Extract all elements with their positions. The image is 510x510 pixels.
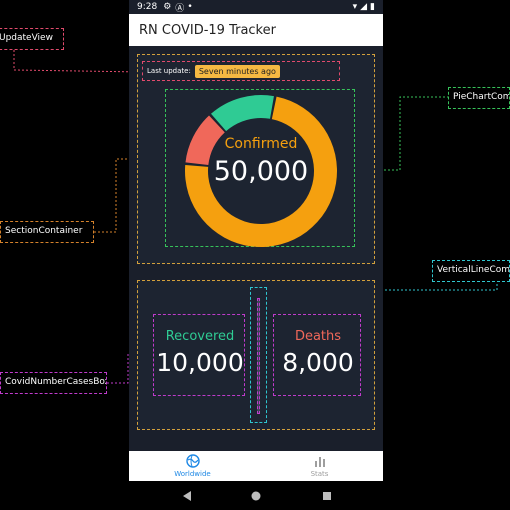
annotation-update-view: UpdateView [0, 28, 64, 50]
app-title: RN COVID-19 Tracker [139, 22, 276, 38]
annotation-label: VerticalLineCompo [437, 265, 510, 275]
annotation-label: UpdateView [0, 33, 53, 43]
main-content: Last update: Seven minutes ago Confirmed… [129, 46, 383, 451]
android-icon: Ⓐ [175, 3, 185, 14]
confirmed-value: 50,000 [213, 156, 309, 187]
section-container-stats: Recovered 10,000 Deaths 8,000 [137, 280, 375, 430]
update-view: Last update: Seven minutes ago [142, 61, 340, 81]
annotation-pie-chart: PieChartCompo [448, 87, 510, 109]
dot-icon: • [187, 2, 193, 12]
covid-number-cases-box-deaths: Deaths 8,000 [273, 314, 361, 396]
tab-worldwide[interactable]: Worldwide [129, 451, 256, 481]
annotation-label: SectionContainer [5, 226, 83, 236]
app-bar: RN COVID-19 Tracker [129, 14, 383, 46]
recovered-label: Recovered [165, 329, 235, 344]
recovered-value: 10,000 [156, 348, 244, 377]
pie-chart-component: Confirmed 50,000 [165, 89, 355, 247]
annotation-section-container: SectionContainer [0, 221, 94, 243]
back-icon[interactable] [182, 491, 192, 501]
home-icon[interactable] [251, 491, 261, 501]
donut-segment-recovered [211, 95, 274, 132]
battery-icon: ▮ [370, 2, 375, 12]
vertical-divider-line [257, 298, 260, 414]
tab-stats[interactable]: Stats [256, 451, 383, 481]
annotation-covid-number-cases-box: CovidNumberCasesBox [0, 372, 107, 394]
globe-icon [185, 454, 200, 468]
annotation-vertical-line: VerticalLineCompo [432, 260, 510, 282]
confirmed-label: Confirmed [224, 136, 298, 152]
status-time: 9:28 [137, 2, 158, 12]
tab-stats-label: Stats [310, 470, 329, 478]
annotation-label: PieChartCompo [453, 92, 509, 102]
update-value-badge: Seven minutes ago [194, 64, 280, 78]
deaths-label: Deaths [294, 329, 342, 344]
covid-number-cases-box-recovered: Recovered 10,000 [153, 314, 245, 396]
signal-icon: ◢ [360, 2, 368, 12]
recents-icon[interactable] [322, 491, 332, 501]
status-bar: 9:28 ⚙ Ⓐ • ▾ ◢ ▮ [129, 0, 383, 14]
system-navigation-bar [129, 481, 383, 510]
gear-icon: ⚙ [163, 2, 172, 12]
bar-chart-icon [314, 457, 325, 467]
deaths-value: 8,000 [282, 348, 354, 377]
update-label: Last update: [147, 67, 191, 75]
bottom-navigation: Worldwide Stats [129, 451, 383, 481]
section-container-confirmed: Last update: Seven minutes ago Confirmed… [137, 54, 375, 264]
vertical-line-component [250, 287, 267, 423]
phone-screen: 9:28 ⚙ Ⓐ • ▾ ◢ ▮ RN COVID-19 Tracker Las… [129, 0, 383, 510]
annotation-label: CovidNumberCasesBox [5, 377, 107, 387]
wifi-icon: ▾ [352, 2, 358, 12]
tab-worldwide-label: Worldwide [174, 470, 211, 478]
